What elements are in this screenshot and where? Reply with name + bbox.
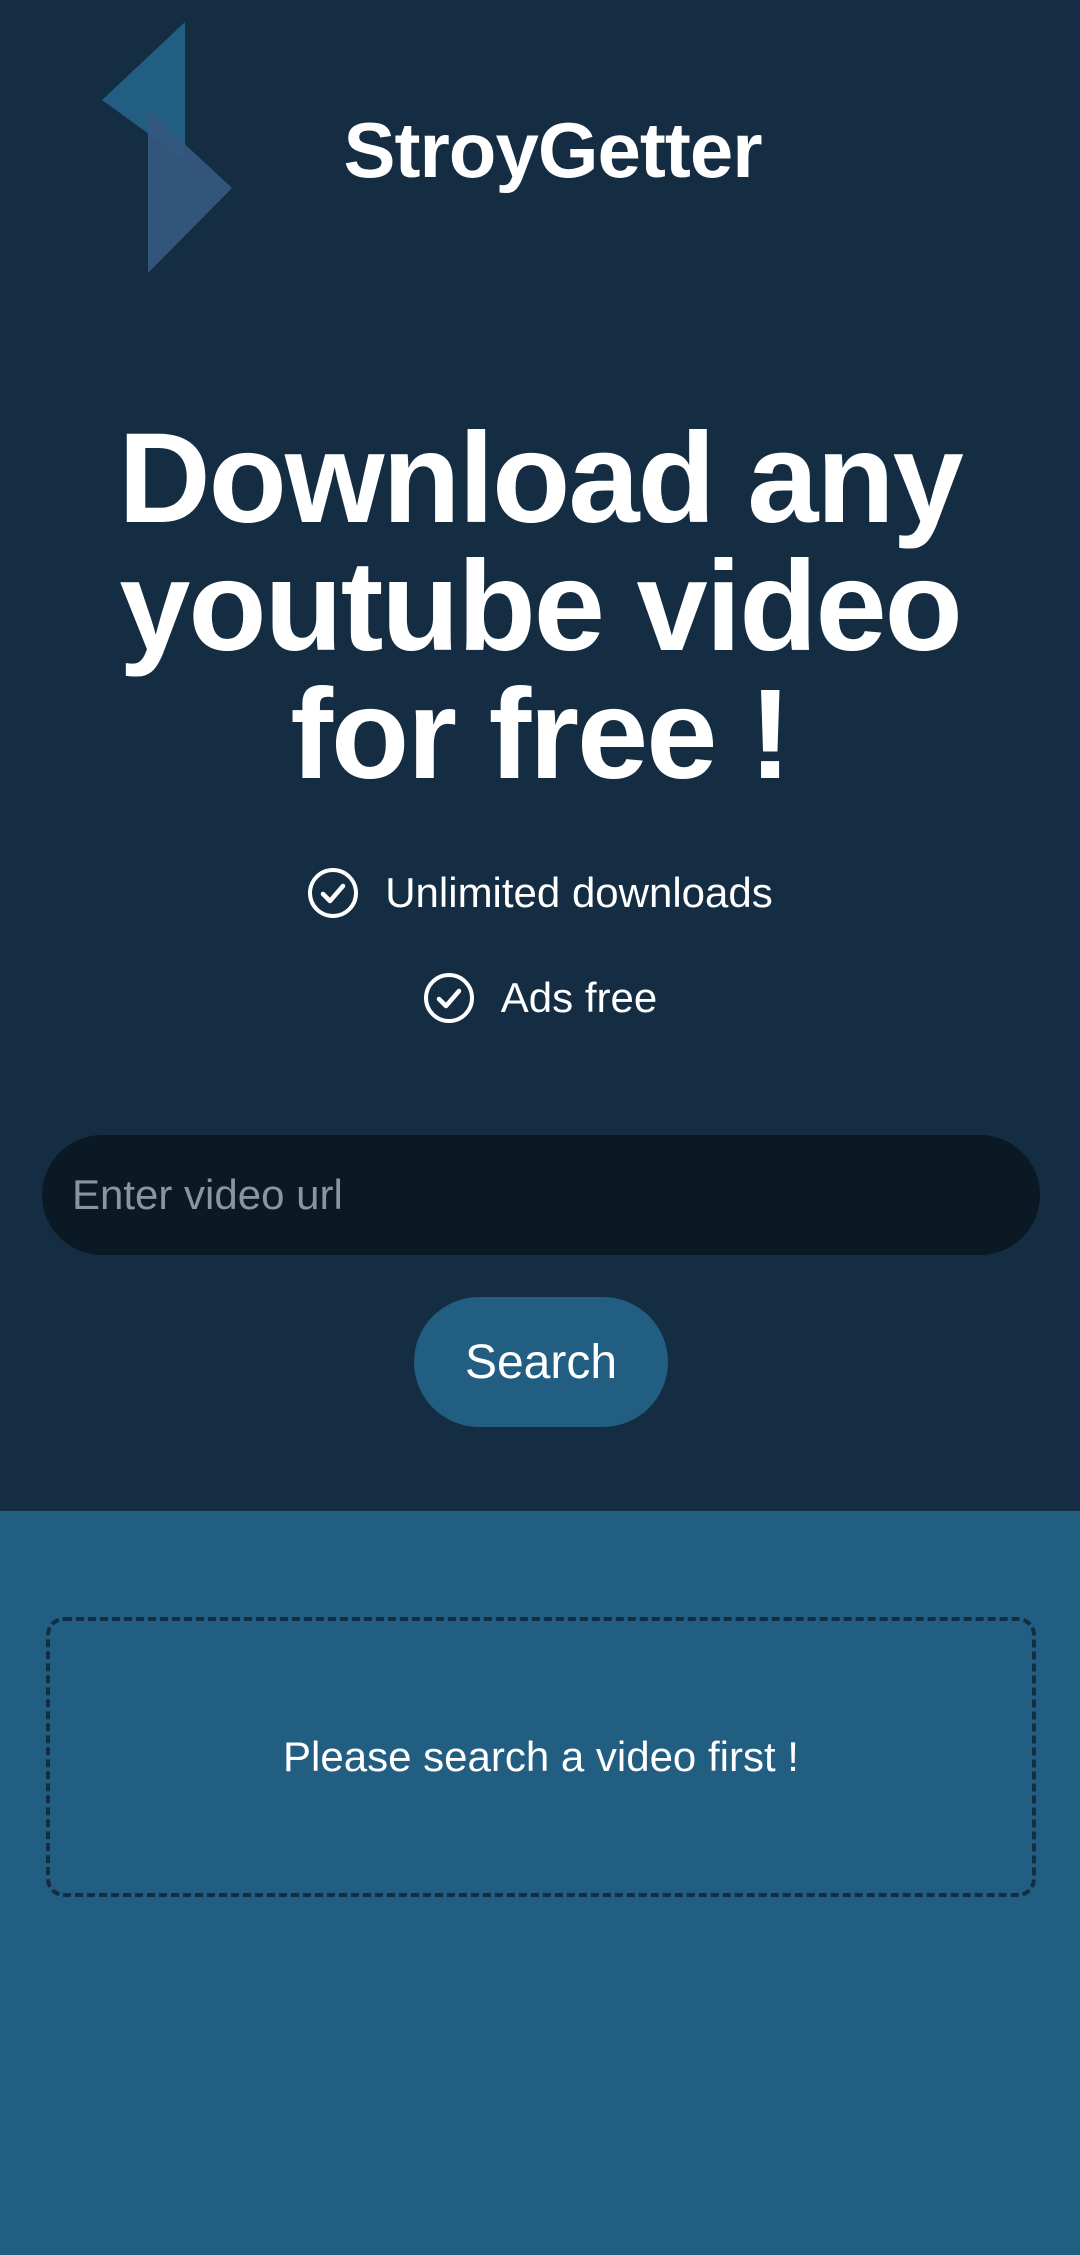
empty-results-message: Please search a video first ! (283, 1733, 799, 1780)
feature-label: Unlimited downloads (385, 869, 773, 916)
search-button[interactable]: Search (414, 1297, 668, 1427)
feature-label: Ads free (500, 974, 658, 1021)
feature-item: Unlimited downloads (0, 863, 1080, 923)
check-circle-icon (423, 973, 474, 1023)
results-placeholder: Please search a video first ! (46, 1617, 1036, 1897)
hero-section: StroyGetter Download any youtube video f… (0, 0, 1080, 1511)
check-circle-icon (308, 868, 359, 918)
feature-item: Ads free (0, 968, 1080, 1028)
brand-name: StroyGetter (343, 106, 762, 194)
page-headline: Download any youtube video for free ! (118, 407, 964, 806)
video-url-input[interactable] (42, 1135, 1040, 1255)
